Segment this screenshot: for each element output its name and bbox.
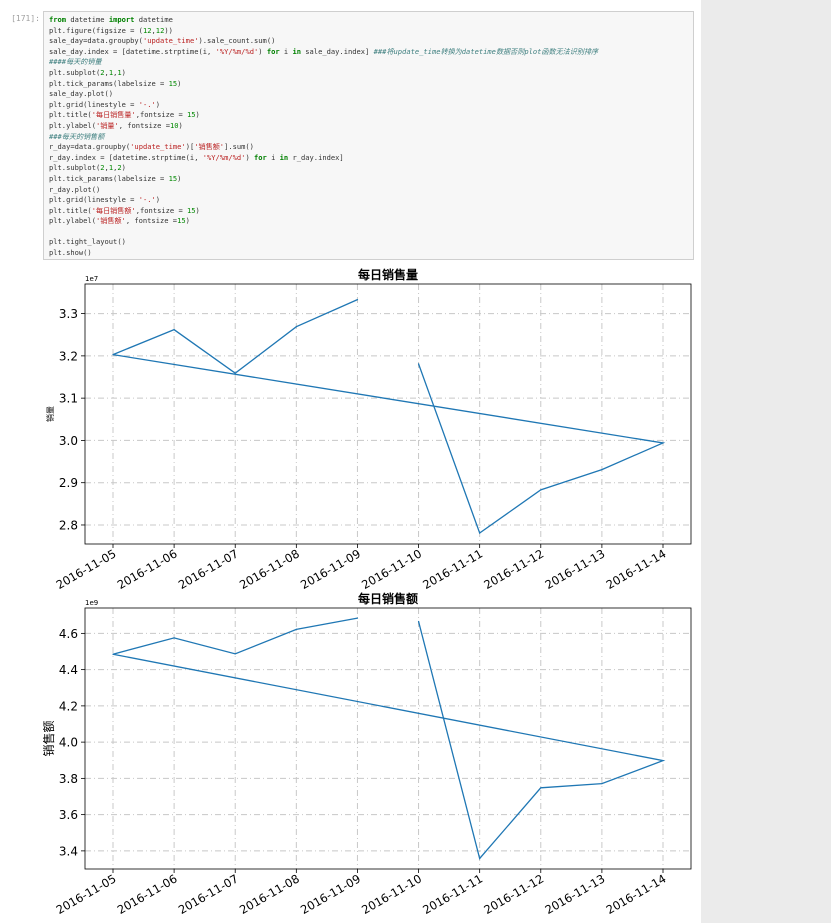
x-tick-label: 2016-11-11 <box>420 546 485 592</box>
y-tick-label: 2.9 <box>59 476 78 490</box>
x-tick-label: 2016-11-13 <box>543 546 608 592</box>
x-tick-label: 2016-11-08 <box>237 871 302 915</box>
x-tick-label: 2016-11-13 <box>543 871 608 915</box>
y-tick-label: 3.3 <box>59 307 78 321</box>
data-point <box>295 326 297 328</box>
data-point <box>173 329 175 331</box>
y-tick-label: 4.4 <box>59 663 78 677</box>
x-tick-label: 2016-11-10 <box>359 546 424 592</box>
code-line: plt.show() <box>49 248 92 258</box>
x-tick-label: 2016-11-10 <box>359 871 424 915</box>
code-line: ###每天的销售额 <box>49 131 105 141</box>
code-line: plt.tick_params(labelsize = 15) <box>49 78 182 88</box>
data-point <box>234 372 236 374</box>
data-point <box>601 468 603 471</box>
plot-frame <box>84 283 692 545</box>
code-line: sale_day.index = [datetime.strptime(i, '… <box>49 46 599 56</box>
axis-offset-label: 1e7 <box>85 275 98 283</box>
code-line: plt.tight_layout() <box>49 237 126 247</box>
code-line: plt.figure(figsize = (12,12)) <box>49 25 173 35</box>
data-point <box>601 783 603 785</box>
x-tick-label: 2016-11-12 <box>481 546 546 592</box>
code-line: plt.subplot(2,1,2) <box>49 163 126 173</box>
x-tick-label: 2016-11-08 <box>237 546 302 592</box>
data-point <box>234 653 236 655</box>
series-line-segment <box>112 621 666 860</box>
data-point <box>662 760 664 762</box>
code-line: plt.title('每日销售额',fontsize = 15) <box>49 205 200 215</box>
chart-title: 每日销售额 <box>358 591 418 606</box>
y-axis-label: 销量 <box>45 406 55 422</box>
y-tick-label: 4.0 <box>59 736 78 750</box>
code-line: sale_day=data.groupby('update_time').sal… <box>49 36 276 46</box>
x-tick-label: 2016-11-05 <box>54 546 119 592</box>
plot-frame <box>84 607 692 870</box>
code-cell[interactable]: from datetime import datetime plt.figure(… <box>43 11 694 260</box>
matplotlib-figure: 2.82.93.03.13.23.32016-11-052016-11-0620… <box>41 267 692 917</box>
data-point <box>112 653 114 655</box>
x-tick-label: 2016-11-14 <box>604 871 669 915</box>
code-line: plt.ylabel('销售额', fontsize =15) <box>49 216 190 226</box>
data-point <box>479 532 481 534</box>
data-point <box>417 363 420 365</box>
code-line: ####每天的销量 <box>49 57 102 67</box>
code-line: r_day.plot() <box>49 184 101 194</box>
y-tick-label: 3.0 <box>59 434 78 448</box>
top-strip <box>0 0 701 6</box>
x-tick-label: 2016-11-06 <box>115 871 180 915</box>
code-line: plt.grid(linestyle = '-.') <box>49 195 161 205</box>
y-axis-label: 销售额 <box>43 720 56 756</box>
page-side-panel <box>701 0 831 923</box>
code-line: plt.title('每日销售量',fontsize = 15) <box>49 110 200 120</box>
y-tick-label: 3.4 <box>59 844 78 858</box>
x-tick-label: 2016-11-07 <box>176 546 241 592</box>
code-line: plt.tick_params(labelsize = 15) <box>49 173 182 183</box>
y-tick-label: 3.1 <box>59 392 78 406</box>
data-point <box>173 637 175 639</box>
code-line: from datetime import datetime <box>49 15 173 24</box>
x-tick-label: 2016-11-06 <box>115 546 180 592</box>
data-point <box>112 354 114 356</box>
code-line: r_day.index = [datetime.strptime(i, '%Y/… <box>49 152 344 162</box>
y-tick-label: 3.2 <box>59 349 78 363</box>
data-point <box>540 787 542 789</box>
x-tick-label: 2016-11-05 <box>54 871 119 915</box>
chart-title: 每日销售量 <box>358 267 418 282</box>
x-tick-label: 2016-11-14 <box>604 546 669 592</box>
x-tick-label: 2016-11-09 <box>298 871 363 915</box>
data-point <box>417 620 420 623</box>
code-line: plt.ylabel('销量', fontsize =10) <box>49 120 183 130</box>
y-tick-label: 3.8 <box>59 772 78 786</box>
data-point <box>295 628 297 630</box>
y-tick-label: 4.2 <box>59 699 78 713</box>
output-area: 2.8 2.9 3.0 3.1 3.2 3.3 2016-11-05 2016-11-06 20… <box>41 265 694 917</box>
code-line: plt.grid(linestyle = '-.') <box>49 99 161 109</box>
y-tick-label: 2.8 <box>59 518 78 532</box>
data-point <box>662 442 664 444</box>
code-line: sale_day.plot() <box>49 89 114 99</box>
x-tick-label: 2016-11-07 <box>176 871 241 915</box>
code-line: plt.subplot(2,1,1) <box>49 67 126 77</box>
data-point <box>356 299 359 301</box>
data-point <box>540 489 542 491</box>
y-tick-label: 4.6 <box>59 627 78 641</box>
cell-prompt: [171]: <box>11 14 40 23</box>
code-line: r_day=data.groupby('update_time')['销售额']… <box>49 142 254 152</box>
x-tick-label: 2016-11-09 <box>298 546 363 592</box>
x-tick-label: 2016-11-12 <box>481 871 546 915</box>
data-point <box>479 857 481 860</box>
y-tick-label: 3.6 <box>59 808 78 822</box>
axis-offset-label: 1e9 <box>85 599 98 607</box>
series-line-segment <box>112 353 666 535</box>
x-tick-label: 2016-11-11 <box>420 871 485 915</box>
data-point <box>356 617 359 619</box>
